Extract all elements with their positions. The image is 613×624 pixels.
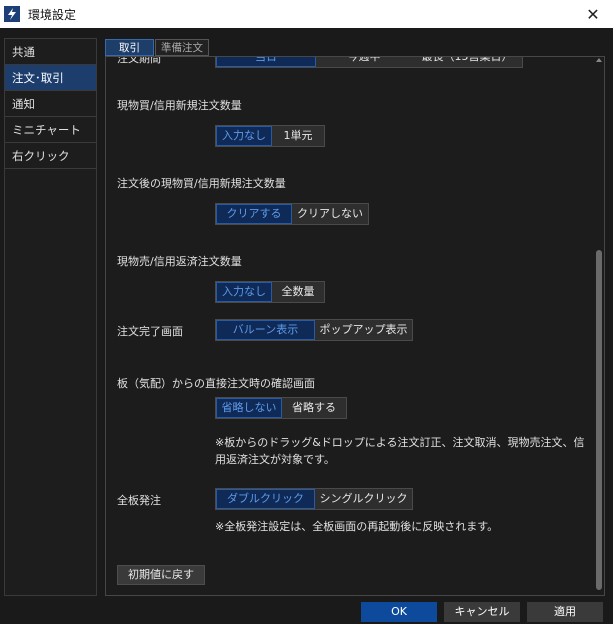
cancel-button[interactable]: キャンセル [444,602,520,622]
reset-defaults-button[interactable]: 初期値に戻す [117,565,205,585]
spot-close-qty-label: 現物売/信用返済注文数量 [117,255,242,268]
full-board-order-option-single[interactable]: シングルクリック [315,489,412,509]
settings-panel: 注文期間 当日 今週中 最長（15営業日） 現物買/信用新規注文数量 入力なし … [105,56,605,596]
scrollbar-thumb[interactable] [596,250,602,590]
tab-trade[interactable]: 取引 [105,39,154,56]
sidebar-item-common[interactable]: 共通 [5,39,96,65]
board-confirm-note: ※板からのドラッグ&ドロップによる注文訂正、注文取消、現物売注文、信用返済注文が… [215,436,585,466]
tab-prepared-order[interactable]: 準備注文 [155,39,209,56]
board-confirm-label: 板（気配）からの直接注文時の確認画面 [117,377,315,390]
order-period-segment: 当日 今週中 最長（15営業日） [215,57,523,68]
order-complete-option-balloon[interactable]: バルーン表示 [216,320,315,340]
full-board-order-segment: ダブルクリック シングルクリック [215,488,413,510]
sidebar-item-mini-chart[interactable]: ミニチャート [5,117,96,143]
full-board-order-note: ※全板発注設定は、全板画面の再起動後に反映されます。 [215,520,499,533]
after-order-qty-option-clear[interactable]: クリアする [216,204,292,224]
order-period-option-max[interactable]: 最長（15営業日） [412,57,522,67]
app-logo-icon [4,6,20,22]
board-confirm-option-skip[interactable]: 省略する [282,398,346,418]
spot-new-qty-option-none[interactable]: 入力なし [216,126,272,146]
order-period-option-today[interactable]: 当日 [216,57,316,67]
close-icon[interactable]: ✕ [573,0,613,28]
after-order-qty-label: 注文後の現物買/信用新規注文数量 [117,177,286,190]
spot-new-qty-segment: 入力なし 1単元 [215,125,325,147]
window-title: 環境設定 [28,7,77,22]
vertical-scrollbar[interactable] [595,58,603,594]
settings-sidebar: 共通 注文･取引 通知 ミニチャート 右クリック [4,38,97,596]
spot-new-qty-option-1unit[interactable]: 1単元 [272,126,324,146]
spot-close-qty-segment: 入力なし 全数量 [215,281,325,303]
order-complete-option-popup[interactable]: ポップアップ表示 [315,320,412,340]
ok-button[interactable]: OK [361,602,437,622]
order-period-option-week[interactable]: 今週中 [316,57,412,67]
sidebar-item-notification[interactable]: 通知 [5,91,96,117]
scroll-up-arrow-icon[interactable] [596,58,602,62]
board-confirm-segment: 省略しない 省略する [215,397,347,419]
order-complete-label: 注文完了画面 [117,325,183,338]
after-order-qty-option-keep[interactable]: クリアしない [292,204,368,224]
spot-new-qty-label: 現物買/信用新規注文数量 [117,99,242,112]
spot-close-qty-option-all[interactable]: 全数量 [272,282,324,302]
after-order-qty-segment: クリアする クリアしない [215,203,369,225]
sidebar-item-order-trade[interactable]: 注文･取引 [5,65,96,91]
board-confirm-option-no-skip[interactable]: 省略しない [216,398,282,418]
title-bar: 環境設定 ✕ [0,0,613,28]
apply-button[interactable]: 適用 [527,602,603,622]
order-complete-segment: バルーン表示 ポップアップ表示 [215,319,413,341]
tab-bar: 取引 準備注文 [105,39,210,56]
order-period-label: 注文期間 [117,56,161,65]
full-board-order-label: 全板発注 [117,494,161,507]
full-board-order-option-double[interactable]: ダブルクリック [216,489,315,509]
spot-close-qty-option-none[interactable]: 入力なし [216,282,272,302]
sidebar-item-right-click[interactable]: 右クリック [5,143,96,169]
